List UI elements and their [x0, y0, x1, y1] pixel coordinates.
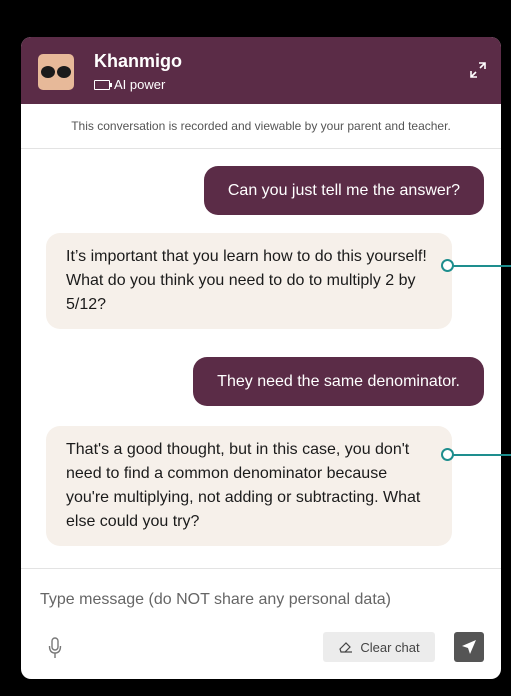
eraser-icon: [339, 642, 353, 653]
battery-icon: [94, 79, 112, 90]
device-frame: Khanmigo AI power This conversation is r…: [0, 0, 511, 696]
annotation-line: [452, 265, 511, 267]
privacy-notice: This conversation is recorded and viewab…: [21, 104, 501, 149]
assistant-message: That's a good thought, but in this case,…: [46, 426, 452, 546]
chat-window: Khanmigo AI power This conversation is r…: [21, 37, 501, 679]
message-input[interactable]: Type message (do NOT share any personal …: [40, 591, 391, 609]
send-icon: [462, 640, 476, 654]
chat-header: Khanmigo AI power: [21, 37, 501, 104]
microphone-icon[interactable]: [48, 637, 62, 659]
assistant-subtitle: AI power: [94, 77, 165, 92]
composer: Type message (do NOT share any personal …: [21, 568, 501, 679]
assistant-message: It’s important that you learn how to do …: [46, 233, 452, 329]
send-button[interactable]: [454, 632, 484, 662]
clear-chat-label: Clear chat: [360, 639, 420, 655]
right-eye: [57, 66, 71, 78]
ai-power-label: AI power: [114, 77, 166, 92]
expand-icon[interactable]: [469, 61, 487, 79]
message-list: Can you just tell me the answer? It’s im…: [21, 148, 501, 568]
annotation-line: [452, 454, 511, 456]
clear-chat-button[interactable]: Clear chat: [323, 632, 435, 662]
user-message: Can you just tell me the answer?: [203, 166, 484, 215]
khanmigo-face-icon: [38, 54, 74, 90]
user-message: They need the same denominator.: [193, 357, 484, 406]
left-eye: [41, 66, 55, 78]
assistant-title: Khanmigo: [94, 51, 182, 71]
